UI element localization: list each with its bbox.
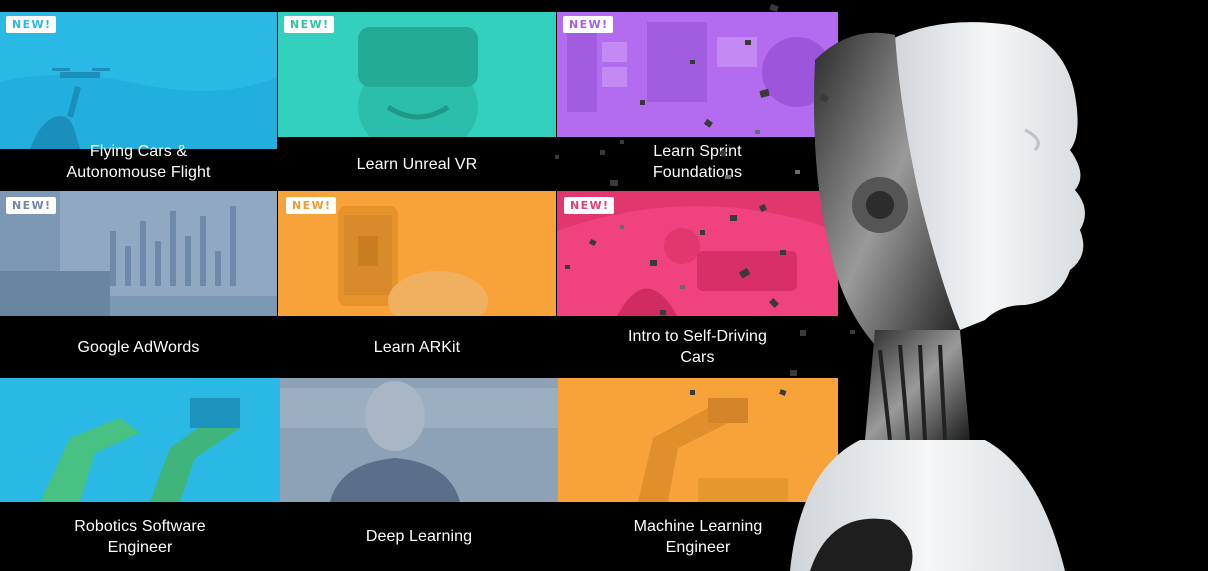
new-badge: NEW! — [6, 16, 57, 33]
course-title: Learn Unreal VR — [356, 155, 478, 173]
course-card-deep-learning[interactable]: Deep Learning — [280, 378, 558, 571]
course-title: Deep Learning — [365, 528, 473, 545]
robot-arm-icon — [0, 378, 280, 502]
new-badge: NEW! — [564, 197, 615, 214]
course-card-arkit[interactable]: NEW! Learn ARKit — [278, 191, 556, 378]
course-title: Learn ARKit — [373, 338, 461, 356]
new-badge: NEW! — [286, 197, 337, 214]
new-badge: NEW! — [284, 16, 335, 33]
course-thumbnail — [280, 378, 558, 502]
humanoid-robot-head-icon — [790, 22, 1085, 571]
course-card-adwords[interactable]: NEW! Google AdWords — [0, 191, 277, 378]
course-card-robotics[interactable]: Robotics Software Engineer — [0, 378, 280, 571]
course-thumbnail — [0, 378, 280, 502]
new-badge: NEW! — [6, 197, 57, 214]
course-title: Robotics Software Engineer — [74, 517, 206, 556]
course-title: Flying Cars & Autonomouse Flight — [66, 143, 211, 181]
course-card-flying-cars[interactable]: NEW! Flying Cars & Autonomouse Flight — [0, 0, 277, 191]
course-grid: NEW! Flying Cars & Autonomouse Flight NE… — [0, 0, 838, 571]
course-title: Google AdWords — [77, 338, 200, 356]
course-card-unreal-vr[interactable]: NEW! Learn Unreal VR — [278, 0, 556, 191]
new-badge: NEW! — [563, 16, 614, 33]
instructor-portrait-icon — [280, 378, 558, 502]
